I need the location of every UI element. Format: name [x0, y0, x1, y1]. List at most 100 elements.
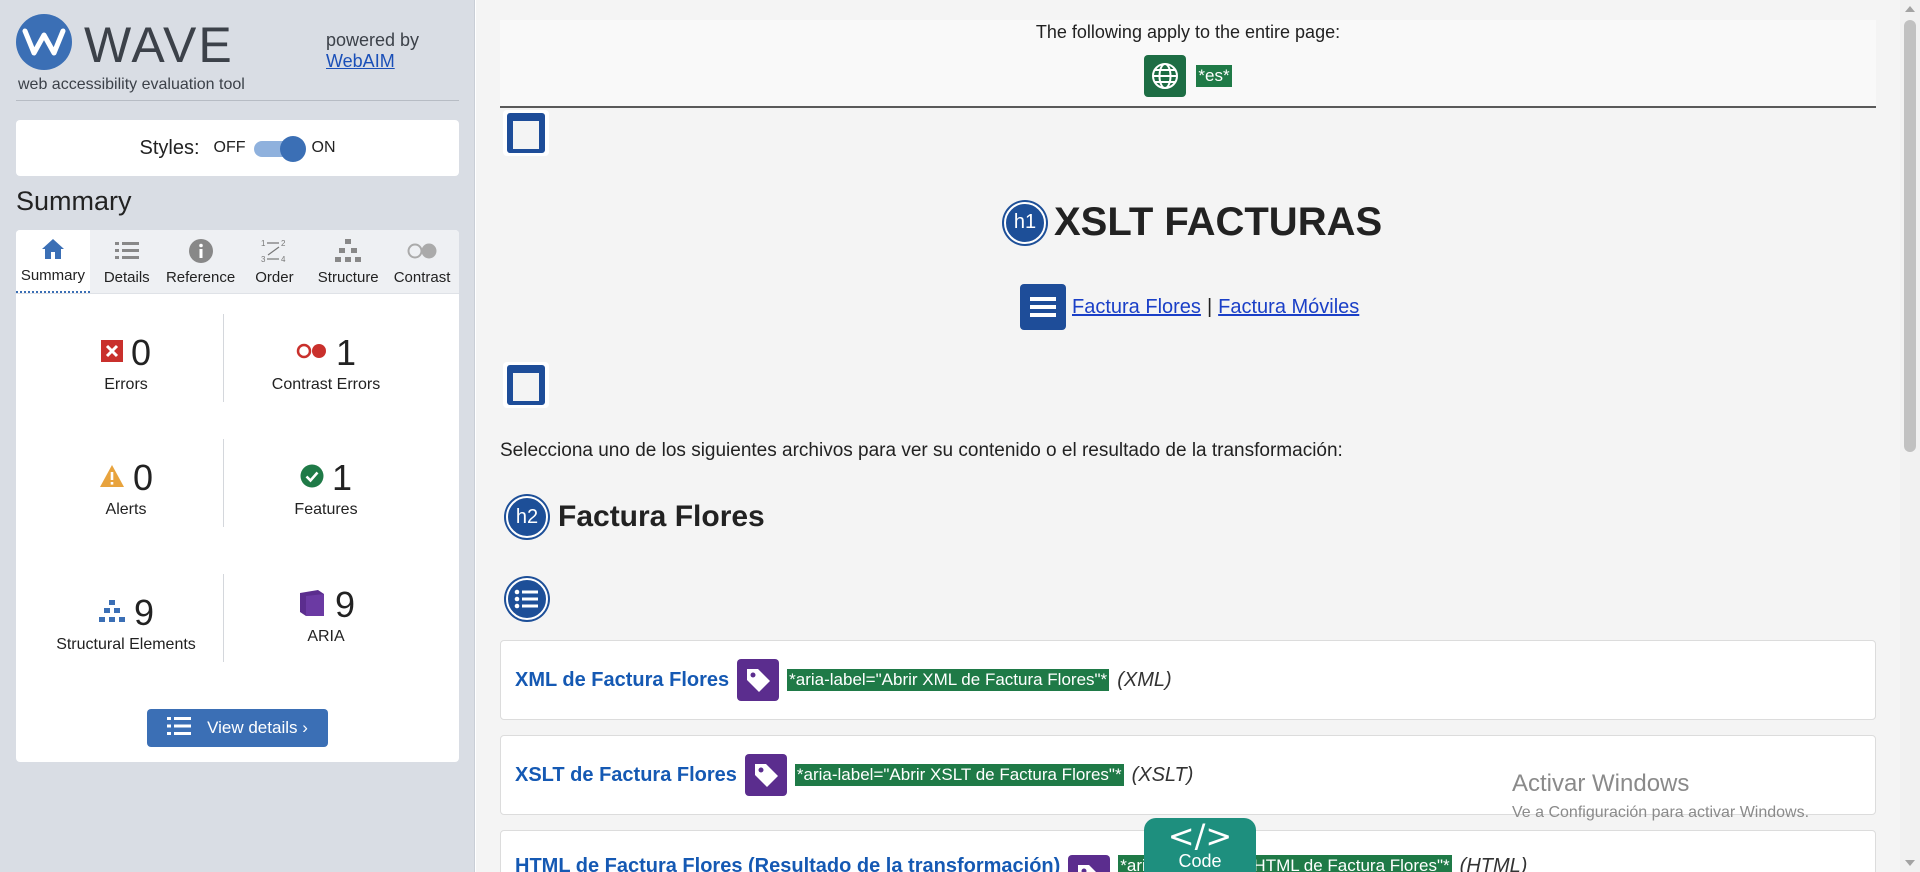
styles-label: Styles:: [139, 136, 200, 159]
contrast-error-icon: [296, 343, 328, 364]
nav-link-factura-moviles[interactable]: Factura Móviles: [1218, 296, 1359, 319]
h1-badge-icon[interactable]: h1: [1004, 201, 1046, 244]
stat-errors[interactable]: 0 Errors: [26, 332, 226, 394]
tab-label: Structure: [317, 269, 379, 286]
aria-label-tag-icon[interactable]: [744, 754, 787, 796]
structural-label: Structural Elements: [56, 636, 196, 653]
summary-stats: 0 Errors 1 Contrast Errors 0 Alerts 1 Fe…: [16, 294, 459, 684]
evaluated-page: The following apply to the entire page: …: [476, 0, 1900, 872]
list-icon: [114, 235, 140, 267]
powered-by-text: powered by: [326, 30, 420, 50]
alert-icon: [99, 464, 125, 493]
main-region-icon[interactable]: [503, 362, 549, 408]
nav-link-factura-flores[interactable]: Factura Flores: [1072, 296, 1201, 319]
errors-count: 0: [130, 332, 152, 373]
summary-heading: Summary: [16, 186, 132, 216]
nav-links: Factura Flores | Factura Móviles: [1020, 284, 1359, 330]
stat-structural[interactable]: 9 Structural Elements: [26, 592, 226, 654]
h2-badge-icon[interactable]: h2: [506, 496, 548, 538]
windows-activation-watermark: Activar Windows Ve a Configuración para …: [1512, 770, 1809, 822]
stat-alerts[interactable]: 0 Alerts: [26, 457, 226, 519]
structural-count: 9: [133, 592, 155, 633]
stat-aria[interactable]: 9 ARIA: [226, 584, 426, 646]
stat-contrast-errors[interactable]: 1 Contrast Errors: [226, 332, 426, 394]
tab-label: Reference: [165, 269, 236, 286]
order-icon: 1 2 3 4: [260, 235, 288, 267]
aria-count: 9: [334, 584, 356, 625]
wave-app: WAVE web accessibility evaluation tool p…: [0, 0, 1920, 872]
webaim-link[interactable]: WebAIM: [326, 51, 419, 72]
contrast-errors-count: 1: [335, 332, 357, 373]
view-details-button[interactable]: View details ›: [147, 709, 328, 747]
tab-label: Details: [103, 269, 150, 286]
styles-switch[interactable]: [253, 136, 306, 162]
aria-label-tag-icon[interactable]: [1068, 855, 1111, 872]
svg-text:4: 4: [281, 255, 286, 264]
scrollbar-thumb[interactable]: [1904, 20, 1916, 452]
tab-label: Order: [255, 269, 294, 286]
file-type: (HTML): [1459, 855, 1528, 872]
file-link[interactable]: XML de Factura Flores: [515, 669, 729, 692]
scroll-up-arrow-icon[interactable]: [1905, 6, 1915, 12]
styles-toggle[interactable]: OFF ON: [213, 136, 336, 162]
code-panel-toggle[interactable]: </> Code: [1144, 818, 1256, 872]
tab-details[interactable]: Details: [90, 230, 164, 293]
scroll-down-arrow-icon[interactable]: [1905, 860, 1915, 866]
panel-tabs: Summary Details Reference 1234 Order Str…: [16, 230, 459, 294]
tab-structure[interactable]: Structure: [311, 230, 385, 293]
aria-label-tag-icon[interactable]: [737, 659, 780, 701]
page-scrollbar[interactable]: [1900, 0, 1920, 872]
home-icon: [40, 233, 66, 265]
errors-label: Errors: [104, 376, 148, 393]
alerts-label: Alerts: [105, 501, 147, 518]
alerts-count: 0: [132, 457, 154, 498]
tab-order[interactable]: 1 2 3 4 Order: [237, 230, 311, 293]
sidebar-divider: [16, 100, 459, 101]
error-icon: [100, 339, 123, 367]
nav-separator: |: [1206, 295, 1213, 318]
watermark-title: Activar Windows: [1512, 770, 1690, 797]
file-link[interactable]: XSLT de Factura Flores: [515, 764, 737, 787]
page-heading: h1 XSLT FACTURAS: [1004, 200, 1382, 245]
file-type: (XML): [1117, 668, 1172, 691]
entire-page-text: The following apply to the entire page:: [1035, 22, 1341, 42]
stat-features[interactable]: 1 Features: [226, 457, 426, 519]
file-type: (XSLT): [1131, 763, 1194, 786]
structure-icon: [334, 235, 362, 267]
switch-knob[interactable]: [279, 136, 306, 162]
styles-toggle-box: Styles: OFF ON: [16, 120, 459, 176]
svg-text:2: 2: [281, 239, 286, 248]
aria-label-annotation: *aria-label="Abrir XML de Factura Flores…: [787, 669, 1110, 691]
aria-label-annotation: *aria-label="Abrir XSLT de Factura Flore…: [794, 764, 1124, 786]
toggle-off-label: OFF: [213, 139, 246, 156]
wave-tagline: web accessibility evaluation tool: [18, 76, 245, 93]
section-title: Factura Flores: [558, 500, 765, 533]
tab-label: Summary: [20, 267, 85, 284]
powered-by: powered by WebAIM: [326, 30, 419, 72]
watermark-subtitle: Ve a Configuración para activar Windows.: [1512, 804, 1810, 821]
globe-icon[interactable]: [1144, 55, 1187, 97]
intro-text: Selecciona uno de los siguientes archivo…: [500, 440, 1343, 461]
contrast-icon: [406, 235, 438, 267]
file-link[interactable]: HTML de Factura Flores (Resultado de la …: [515, 855, 1060, 872]
svg-text:1: 1: [261, 239, 266, 248]
tab-contrast[interactable]: Contrast: [385, 230, 459, 293]
code-label: Code: [1178, 851, 1222, 871]
tab-summary[interactable]: Summary: [16, 230, 90, 293]
tab-reference[interactable]: Reference: [164, 230, 238, 293]
language-row: *es*: [500, 55, 1876, 97]
toggle-on-label: ON: [311, 139, 336, 156]
header-region-icon[interactable]: [503, 110, 549, 156]
list-icon: [167, 716, 192, 741]
features-label: Features: [294, 501, 358, 518]
aria-label: ARIA: [307, 628, 345, 645]
navigation-icon[interactable]: [1020, 284, 1066, 330]
wave-sidebar: WAVE web accessibility evaluation tool p…: [0, 0, 475, 872]
unordered-list-icon[interactable]: [506, 578, 548, 620]
feature-check-icon: [300, 464, 324, 493]
features-count: 1: [331, 457, 353, 498]
wave-logo-text: WAVE: [84, 17, 234, 73]
entire-page-panel: The following apply to the entire page: …: [500, 20, 1876, 108]
summary-panel: Summary Details Reference 1234 Order Str…: [16, 230, 459, 762]
section-heading: h2 Factura Flores: [506, 496, 765, 538]
